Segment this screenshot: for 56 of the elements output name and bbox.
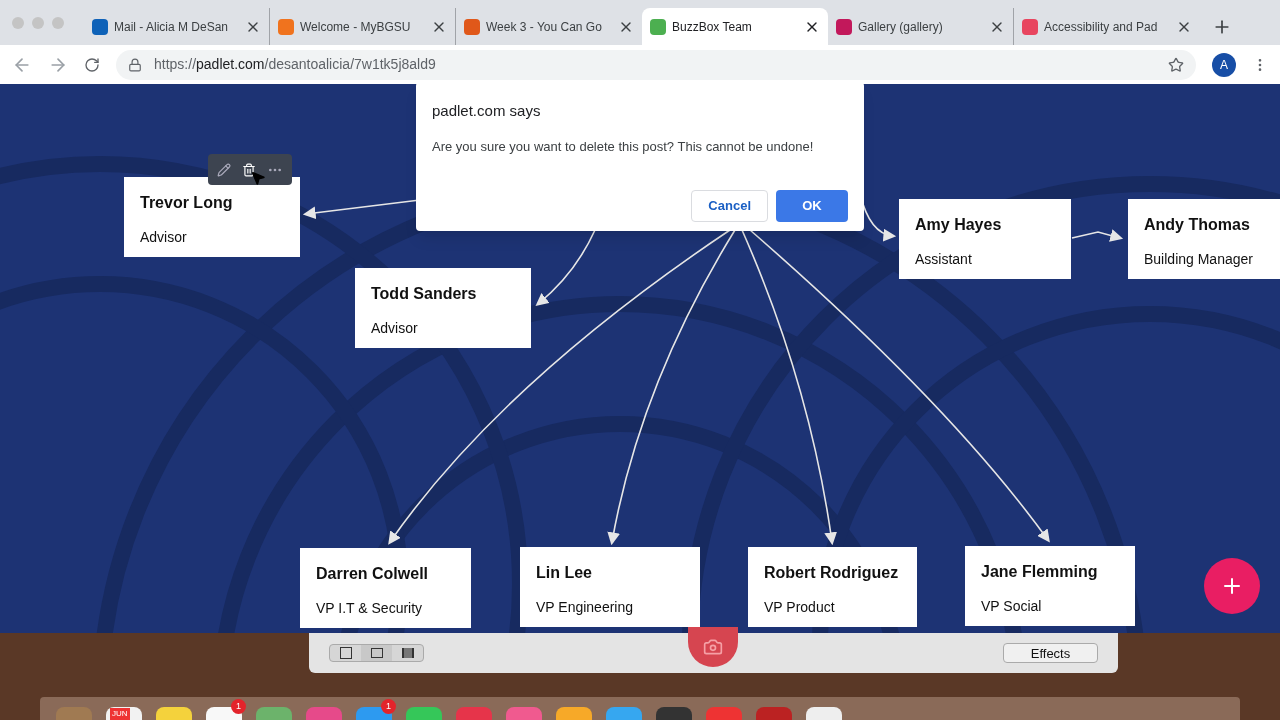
camera-icon xyxy=(703,637,723,657)
post-body: VP I.T & Security xyxy=(316,599,424,618)
dialog-button[interactable]: OK xyxy=(776,190,848,222)
tab-title: Mail - Alicia M DeSan xyxy=(114,18,230,36)
bookmark-star-icon[interactable] xyxy=(1168,56,1184,73)
connector-arrow xyxy=(1071,229,1124,242)
post-title: Andy Thomas xyxy=(1144,215,1251,235)
post-body: Advisor xyxy=(371,319,419,338)
post-title: Robert Rodriguez xyxy=(764,563,900,583)
calendar-month: JUN xyxy=(110,708,130,720)
browser-tab[interactable]: Accessibility and Pad xyxy=(1014,8,1200,45)
dialog-message: Are you sure you want to delete this post? This cannot be undone! xyxy=(432,137,815,156)
post-card[interactable]: Lin Lee VP Engineering xyxy=(520,547,700,627)
tab-title: Week 3 - You Can Go xyxy=(486,18,603,36)
post-body: VP Product xyxy=(764,598,836,617)
tab-title: BuzzBox Team xyxy=(672,18,753,36)
post-body: Advisor xyxy=(140,228,188,247)
browser-tab[interactable]: BuzzBox Team xyxy=(642,8,828,45)
lock-icon xyxy=(128,57,142,72)
edit-icon[interactable] xyxy=(217,162,232,177)
mouse-cursor-icon xyxy=(250,170,266,186)
post-title: Trevor Long xyxy=(140,193,234,213)
post-card[interactable]: Jane Flemming VP Social xyxy=(965,546,1135,626)
post-body: VP Social xyxy=(981,597,1043,616)
tab-title: Welcome - MyBGSU xyxy=(300,18,412,36)
notification-badge: 1 xyxy=(381,699,396,714)
url-text: https://padlet.com/desantoalicia/7w1tk5j8ald9 xyxy=(154,55,436,74)
dialog-button[interactable]: Cancel xyxy=(691,190,768,222)
post-body: Building Manager xyxy=(1144,250,1254,269)
tab-title: Accessibility and Pad xyxy=(1044,18,1159,36)
post-card[interactable]: Amy Hayes Assistant xyxy=(899,199,1071,279)
browser-tab[interactable]: Week 3 - You Can Go xyxy=(456,8,642,45)
post-card[interactable]: Darren Colwell VP I.T & Security xyxy=(300,548,471,628)
post-title: Amy Hayes xyxy=(915,215,1003,235)
profile-avatar[interactable]: A xyxy=(1212,52,1236,77)
dialog-title: padlet.com says xyxy=(432,101,542,121)
single-view-icon[interactable] xyxy=(361,645,392,661)
post-title: Darren Colwell xyxy=(316,564,430,584)
post-card[interactable]: Andy Thomas Building Manager xyxy=(1128,199,1280,279)
post-body: VP Engineering xyxy=(536,598,635,617)
tab-title: Gallery (gallery) xyxy=(858,18,944,36)
reload-icon[interactable] xyxy=(84,56,100,73)
trash-icon[interactable] xyxy=(242,162,256,177)
post-card[interactable]: Trevor Long Advisor xyxy=(124,177,300,257)
notification-badge: 1 xyxy=(231,699,246,714)
post-title: Jane Flemming xyxy=(981,562,1099,582)
post-title: Todd Sanders xyxy=(371,284,478,304)
effects-button[interactable]: Effects xyxy=(1003,643,1098,663)
post-card[interactable]: Todd Sanders Advisor xyxy=(355,268,531,348)
post-title: Lin Lee xyxy=(536,563,593,583)
shutter-button[interactable] xyxy=(688,627,738,667)
add-post-button[interactable] xyxy=(1204,558,1260,614)
post-card[interactable]: Robert Rodriguez VP Product xyxy=(748,547,917,627)
address-field[interactable]: https://padlet.com/desantoalicia/7w1tk5j8ald9 xyxy=(116,49,1196,80)
view-mode-control[interactable] xyxy=(329,644,424,662)
post-body: Assistant xyxy=(915,250,973,269)
